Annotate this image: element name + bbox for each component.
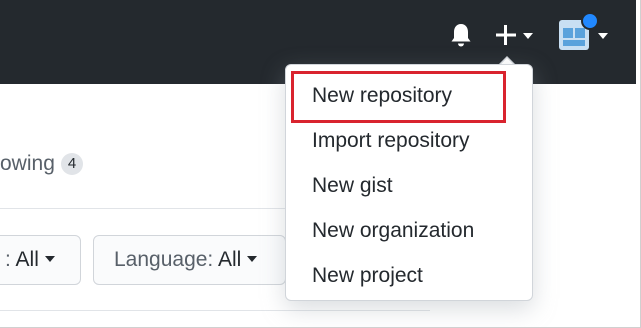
chevron-down-icon [247,256,258,262]
bell-icon [451,24,471,47]
type-filter-label: : [5,248,11,271]
type-filter-value: All [15,248,39,271]
chevron-down-icon [44,256,55,262]
create-new-menu: New repository Import repository New gis… [285,64,533,301]
chevron-down-icon [523,33,533,39]
notifications-button[interactable] [449,22,473,48]
divider [0,310,430,311]
language-filter-value: All [217,248,242,271]
plus-icon [496,25,516,45]
menu-item-import-repository[interactable]: Import repository [312,128,470,154]
following-label: owing [0,152,55,175]
menu-item-new-organization[interactable]: New organization [312,218,474,244]
following-count-badge: 4 [60,153,84,175]
menu-item-new-gist[interactable]: New gist [312,173,393,199]
create-new-button[interactable] [494,20,538,50]
menu-item-new-repository[interactable]: New repository [312,83,452,109]
language-filter-label: Language: [114,248,214,271]
following-tab[interactable]: owing 4 [0,151,84,177]
divider [0,208,290,209]
chevron-down-icon [598,33,608,39]
language-filter-dropdown[interactable]: Language: All [93,235,286,285]
type-filter-dropdown[interactable]: : All [0,235,81,285]
menu-item-new-project[interactable]: New project [312,263,423,289]
notification-indicator [581,12,599,30]
user-menu-button[interactable] [556,12,612,56]
